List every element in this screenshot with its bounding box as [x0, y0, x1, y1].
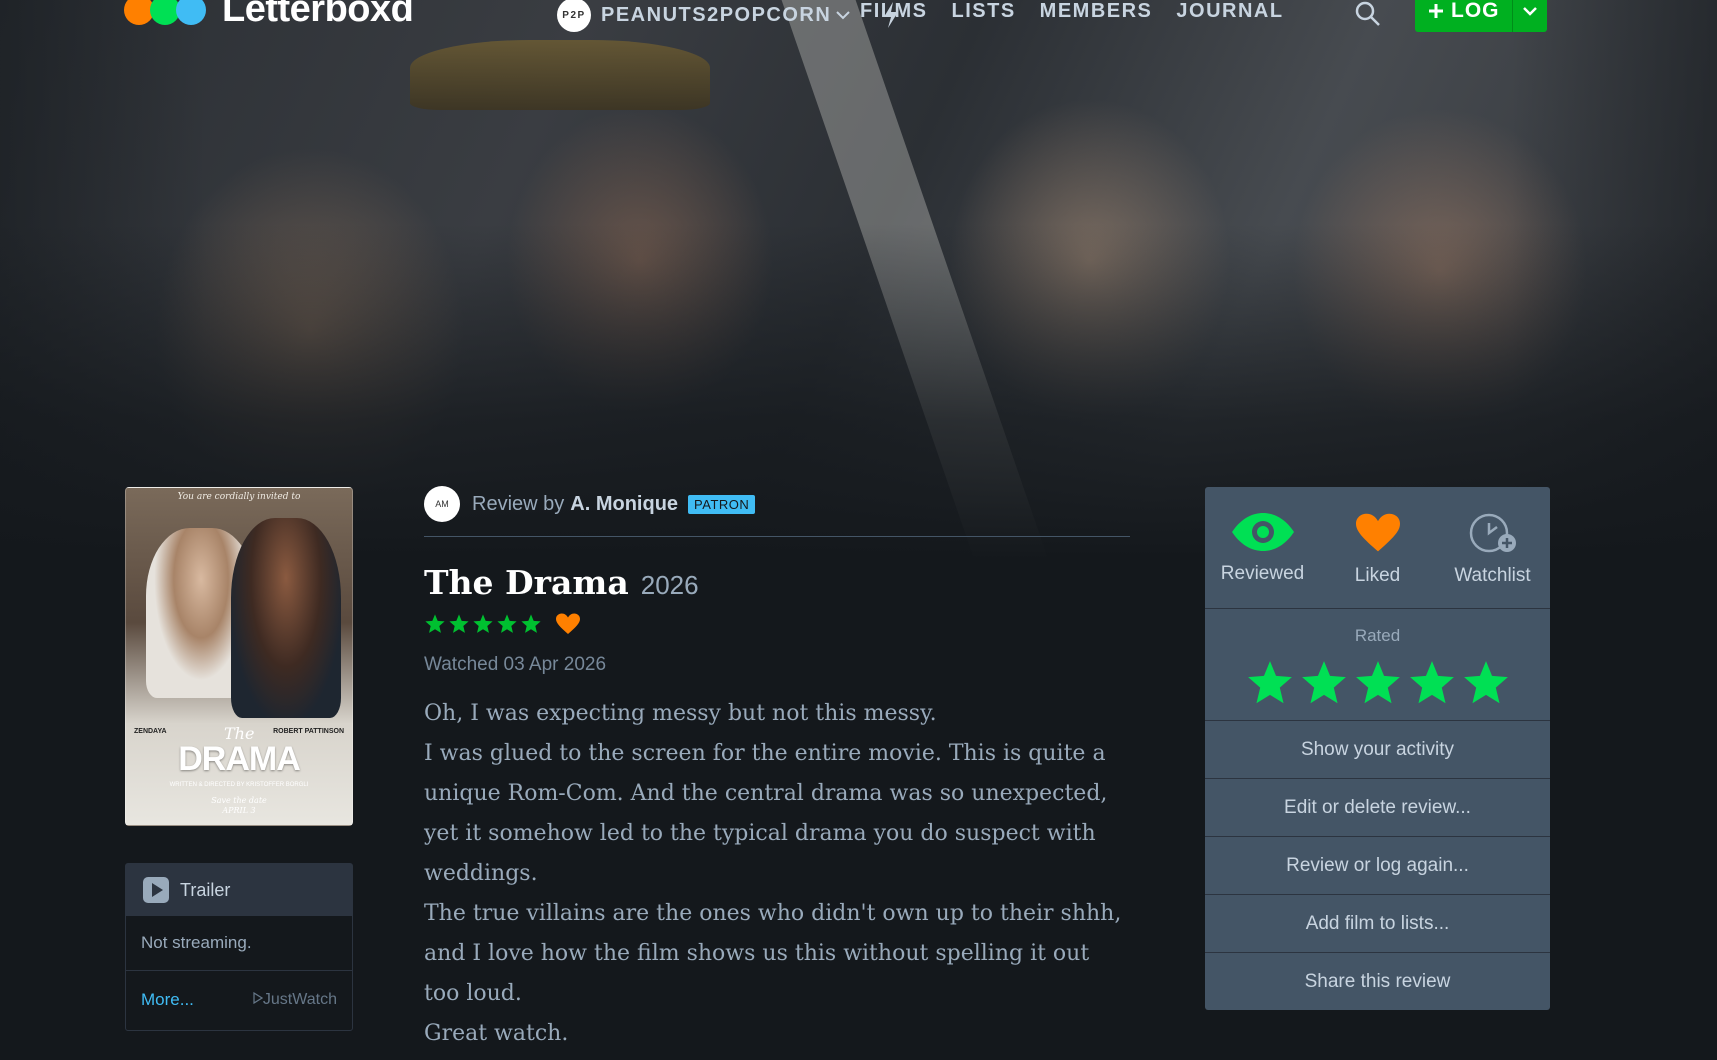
review-paragraph: I was glued to the screen for the entire…	[424, 741, 1108, 886]
streaming-status: Not streaming.	[126, 916, 352, 971]
share-review-button[interactable]: Share this review	[1205, 953, 1550, 1010]
poster-actor-left: ZENDAYA	[134, 728, 167, 735]
watchlist-toggle[interactable]: Watchlist	[1435, 487, 1550, 608]
nav-link-members[interactable]: MEMBERS	[1040, 0, 1153, 23]
play-icon	[143, 877, 169, 903]
backdrop-image	[0, 0, 1717, 560]
watched-date: Watched 03 Apr 2026	[424, 654, 607, 675]
film-poster[interactable]: You are cordially invited to ZENDAYA ROB…	[125, 487, 353, 826]
plus-icon	[1429, 4, 1443, 18]
username: PEANUTS2POPCORN	[601, 3, 832, 26]
review-paragraph: The true villains are the ones who didn'…	[424, 901, 1122, 1006]
nav-links: FILMS LISTS MEMBERS JOURNAL	[860, 0, 1284, 23]
heart-icon	[556, 613, 580, 634]
actions-sidebar: Reviewed Liked Watchlist Rated Show your…	[1205, 487, 1550, 1010]
watchlist-clock-icon	[1469, 513, 1516, 553]
show-activity-button[interactable]: Show your activity	[1205, 721, 1550, 779]
watchlist-label: Watchlist	[1454, 565, 1531, 586]
star-icon	[449, 614, 469, 633]
star-icon[interactable]	[1461, 658, 1511, 708]
search-button[interactable]	[1354, 0, 1382, 33]
review-rating	[424, 612, 1130, 636]
reviewed-toggle[interactable]: Reviewed	[1205, 487, 1320, 608]
logo[interactable]: Letterboxd	[124, 0, 414, 31]
poster-title: DRAMA	[178, 740, 301, 778]
byline-prefix: Review by	[472, 492, 565, 515]
review-byline: AM Review by A. Monique PATRON	[424, 484, 1130, 537]
top-nav: Letterboxd P2P PEANUTS2POPCORN FILMS LIS…	[0, 0, 1717, 40]
poster-credit: WRITTEN & DIRECTED BY KRISTOFFER BORGLI	[169, 782, 309, 788]
more-streaming-link[interactable]: More...	[141, 990, 194, 1010]
chevron-down-icon	[836, 11, 851, 20]
film-year[interactable]: 2026	[641, 570, 699, 601]
log-dropdown-toggle[interactable]	[1513, 0, 1547, 32]
justwatch-label: JustWatch	[262, 991, 337, 1008]
user-avatar: P2P	[557, 0, 591, 32]
patron-badge[interactable]: PATRON	[688, 494, 756, 514]
review-paragraph: Oh, I was expecting messy but not this m…	[424, 701, 937, 726]
liked-toggle[interactable]: Liked	[1320, 487, 1435, 608]
poster-actor-right: ROBERT PATTINSON	[273, 728, 344, 735]
review-section: AM Review by A. Monique PATRON The Drama…	[424, 484, 1130, 1054]
nav-link-journal[interactable]: JOURNAL	[1176, 0, 1283, 23]
trailer-link[interactable]: Trailer	[126, 864, 352, 916]
trailer-label: Trailer	[180, 879, 231, 900]
log-label: LOG	[1451, 0, 1500, 22]
logo-text: Letterboxd	[222, 0, 414, 30]
review-body: Oh, I was expecting messy but not this m…	[424, 694, 1130, 1054]
star-icon[interactable]	[1407, 658, 1457, 708]
star-icon	[473, 614, 493, 633]
film-title[interactable]: The Drama	[424, 563, 629, 602]
review-paragraph: Great watch.	[424, 1021, 569, 1046]
edit-review-button[interactable]: Edit or delete review...	[1205, 779, 1550, 837]
eye-icon	[1231, 513, 1294, 551]
star-icon	[425, 614, 445, 633]
logo-dot-blue	[176, 0, 206, 25]
poster-tagline: You are cordially invited to	[177, 492, 301, 502]
rating-stars[interactable]	[1245, 658, 1511, 708]
star-icon	[521, 614, 541, 633]
search-icon	[1355, 1, 1380, 26]
author-avatar[interactable]: AM	[424, 486, 460, 522]
star-icon[interactable]	[1353, 658, 1403, 708]
heart-icon	[1355, 513, 1400, 552]
nav-link-films[interactable]: FILMS	[860, 0, 928, 23]
liked-label: Liked	[1354, 565, 1401, 586]
rating-panel: Rated	[1205, 609, 1550, 721]
review-again-button[interactable]: Review or log again...	[1205, 837, 1550, 895]
trailer-panel: Trailer Not streaming. More... JustWatch	[125, 863, 353, 1031]
justwatch-play-icon	[253, 991, 264, 1005]
chevron-down-icon	[1522, 7, 1537, 16]
star-icon	[497, 614, 517, 633]
add-to-lists-button[interactable]: Add film to lists...	[1205, 895, 1550, 953]
star-icon[interactable]	[1245, 658, 1295, 708]
author-name[interactable]: A. Monique	[570, 493, 678, 516]
rated-label: Rated	[1354, 626, 1401, 645]
user-menu[interactable]: P2P PEANUTS2POPCORN	[557, 0, 901, 32]
nav-link-lists[interactable]: LISTS	[952, 0, 1016, 23]
justwatch-link[interactable]: JustWatch	[253, 991, 337, 1009]
reviewed-label: Reviewed	[1220, 563, 1305, 584]
log-button[interactable]: LOG	[1415, 0, 1547, 32]
poster-save-date: Save the date	[211, 796, 267, 805]
star-icon[interactable]	[1299, 658, 1349, 708]
poster-release: APRIL 3	[222, 806, 256, 815]
